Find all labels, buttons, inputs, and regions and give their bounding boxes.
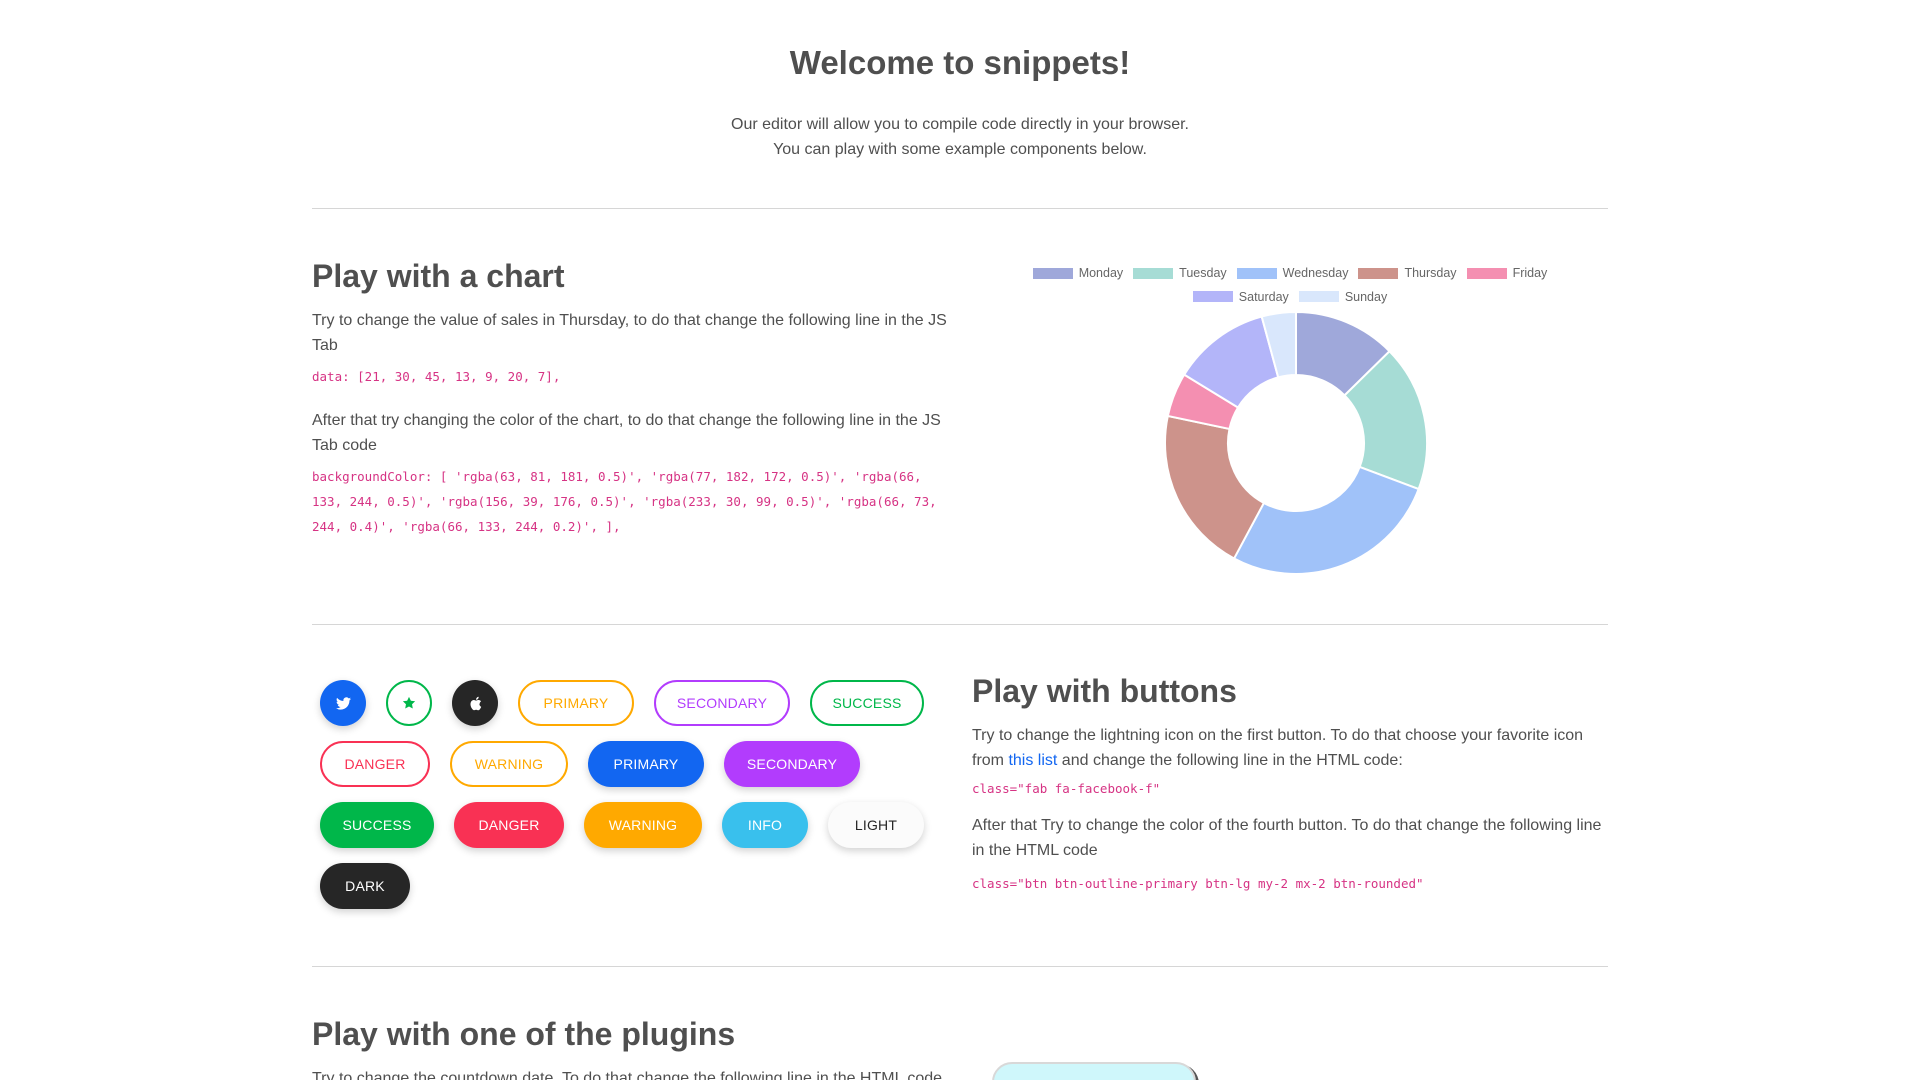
apple-button[interactable] (452, 680, 498, 726)
buttons-code-2: class="btn btn-outline-primary btn-lg my… (972, 876, 1424, 891)
secondary-outline-button[interactable]: SECONDARY (654, 680, 790, 726)
primary-outline-button[interactable]: PRIMARY (518, 680, 634, 726)
warning-outline-button[interactable]: WARNING (450, 741, 568, 787)
star-icon (402, 696, 416, 709)
page-title: Welcome to snippets! (789, 44, 1131, 81)
button-row: DANGER WARNING PRIMARY SECONDARY (320, 741, 960, 787)
danger-button[interactable]: DANGER (454, 802, 564, 848)
icon-list-link[interactable]: this list (1008, 752, 1057, 769)
light-button[interactable]: LIGHT (828, 802, 924, 848)
apple-icon (469, 696, 481, 710)
plugins-instruction-1: Try to change the countdown date. To do … (312, 1070, 943, 1080)
secondary-button[interactable]: SECONDARY (724, 741, 860, 787)
button-row: DARK (320, 863, 960, 909)
buttons-instruction-1: Try to change the lightning icon on the … (972, 723, 1608, 773)
chart-code-2: backgroundColor: [ 'rgba(63, 81, 181, 0.… (312, 469, 937, 534)
hero-line-1: Our editor will allow you to compile cod… (731, 116, 1189, 133)
hero-line-2: You can play with some example component… (773, 141, 1147, 158)
button-row: PRIMARY SECONDARY SUCCESS (320, 680, 960, 726)
countdown-widget (992, 1062, 1196, 1080)
dark-button[interactable]: DARK (320, 863, 410, 909)
info-button[interactable]: INFO (722, 802, 808, 848)
twitter-button[interactable] (320, 680, 366, 726)
button-row: SUCCESS DANGER WARNING INFO LIGHT (320, 802, 960, 848)
chart-instruction-1: Try to change the value of sales in Thur… (312, 312, 947, 354)
divider (312, 624, 1608, 625)
star-button[interactable] (386, 680, 432, 726)
divider (312, 966, 1608, 967)
doughnut-chart-canvas (1164, 310, 1428, 575)
plugins-section-text: Play with one of the plugins Try to chan… (312, 1014, 948, 1080)
danger-outline-button[interactable]: DANGER (320, 741, 430, 787)
primary-button[interactable]: PRIMARY (588, 741, 704, 787)
buttons-code-1: class="fab fa-facebook-f" (972, 781, 1161, 796)
button-showcase: PRIMARY SECONDARY SUCCESS DANGER WARNING… (320, 680, 960, 924)
buttons-section-title: Play with buttons (972, 673, 1237, 709)
doughnut-chart: Monday Tuesday Wednesday Thursday Friday Satu… (972, 250, 1608, 580)
twitter-icon (335, 696, 351, 710)
doughnut-slice-wednesday[interactable] (1232, 465, 1420, 575)
success-outline-button[interactable]: SUCCESS (810, 680, 924, 726)
hero-description: Our editor will allow you to compile cod… (312, 112, 1608, 162)
chart-instruction-2: After that try changing the color of the… (312, 412, 941, 454)
plugins-section-title: Play with one of the plugins (312, 1016, 736, 1052)
buttons-section-text: Play with buttons Try to change the ligh… (972, 671, 1608, 896)
chart-code-1: data: [21, 30, 45, 13, 9, 20, 7], (312, 369, 561, 384)
buttons-instruction-2: After that Try to change the color of th… (972, 817, 1602, 859)
chart-section-text: Play with a chart Try to change the valu… (312, 256, 948, 539)
buttons-instruction-1-end: and change the following line in the HTM… (1057, 752, 1403, 769)
warning-button[interactable]: WARNING (584, 802, 702, 848)
divider (312, 208, 1608, 209)
success-button[interactable]: SUCCESS (320, 802, 434, 848)
chart-section-title: Play with a chart (312, 258, 565, 294)
